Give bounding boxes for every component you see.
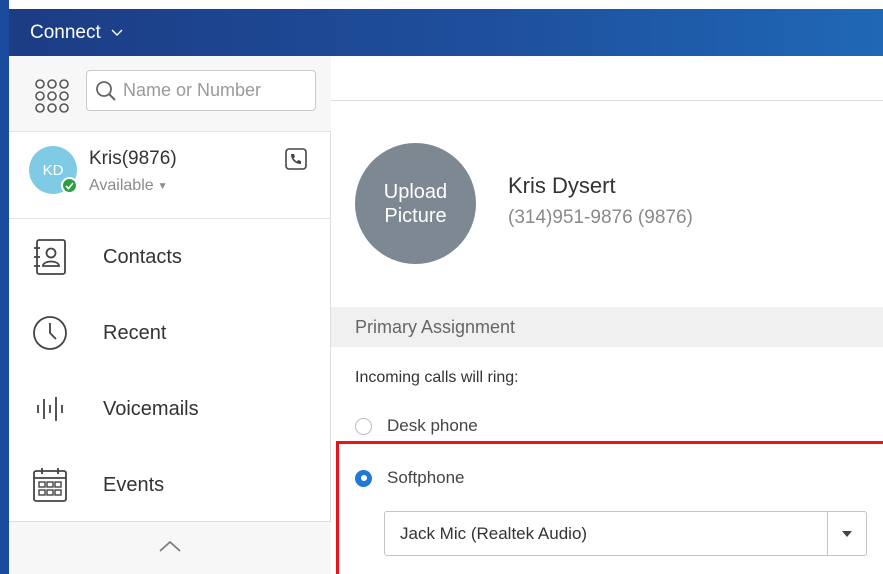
calendar-icon [28,463,72,507]
audio-device-select[interactable]: Jack Mic (Realtek Audio) [384,511,867,556]
status-dropdown[interactable]: Available ▼ [89,177,168,195]
sidebar-item-label: Voicemails [103,397,199,420]
call-handling-icon[interactable] [285,148,307,170]
sidebar-item-recent[interactable]: Recent [9,295,331,371]
sidebar: KD Kris(9876) Available ▼ [9,56,331,574]
sidebar-item-events[interactable]: Events [9,447,331,523]
sidebar-item-label: Contacts [103,245,182,268]
caret-down-icon[interactable] [828,530,866,537]
search-input[interactable] [121,79,305,102]
profile-number: (314)951-9876 (9876) [508,207,693,228]
clock-icon [28,311,72,355]
sidebar-item-voicemails[interactable]: Voicemails [9,371,331,447]
sidebar-item-label: Events [103,473,165,496]
voicemail-icon [28,387,72,431]
presence-check-icon [61,177,78,194]
search-icon [95,80,117,102]
user-row[interactable]: KD Kris(9876) Available ▼ [9,132,331,219]
caret-down-icon: ▼ [157,180,168,192]
radio-button[interactable] [355,417,372,435]
chevron-up-icon [159,539,181,557]
collapse-button[interactable] [9,521,331,574]
section-header: Primary Assignment [331,307,883,347]
main-panel: Upload Picture Kris Dysert (314)951-9876… [331,56,883,574]
window-edge [0,0,9,574]
status-label: Available [89,177,154,194]
upload-picture-label: Upload Picture [383,180,448,227]
radio-option-desk-phone[interactable]: Desk phone [355,416,478,436]
chevron-down-icon[interactable] [111,27,123,39]
user-name: Kris(9876) [89,148,177,169]
search-row [9,56,331,132]
apps-grid-icon[interactable] [33,77,71,115]
selected-value: Jack Mic (Realtek Audio) [400,523,588,543]
radio-label: Softphone [387,468,465,487]
radio-button-selected[interactable] [355,469,372,487]
ring-label: Incoming calls will ring: [355,369,519,386]
app-title[interactable]: Connect [30,22,101,44]
radio-label: Desk phone [387,416,478,435]
titlebar: Connect [9,9,883,56]
avatar-initials: KD [42,161,64,179]
search-box[interactable] [86,70,316,111]
upload-picture-button[interactable]: Upload Picture [355,143,476,264]
contacts-icon [28,235,72,279]
section-title: Primary Assignment [355,316,516,337]
divider [331,100,883,101]
profile-name: Kris Dysert [508,173,616,198]
sidebar-item-contacts[interactable]: Contacts [9,219,331,295]
radio-option-softphone[interactable]: Softphone [355,468,465,488]
sidebar-item-label: Recent [103,321,167,344]
